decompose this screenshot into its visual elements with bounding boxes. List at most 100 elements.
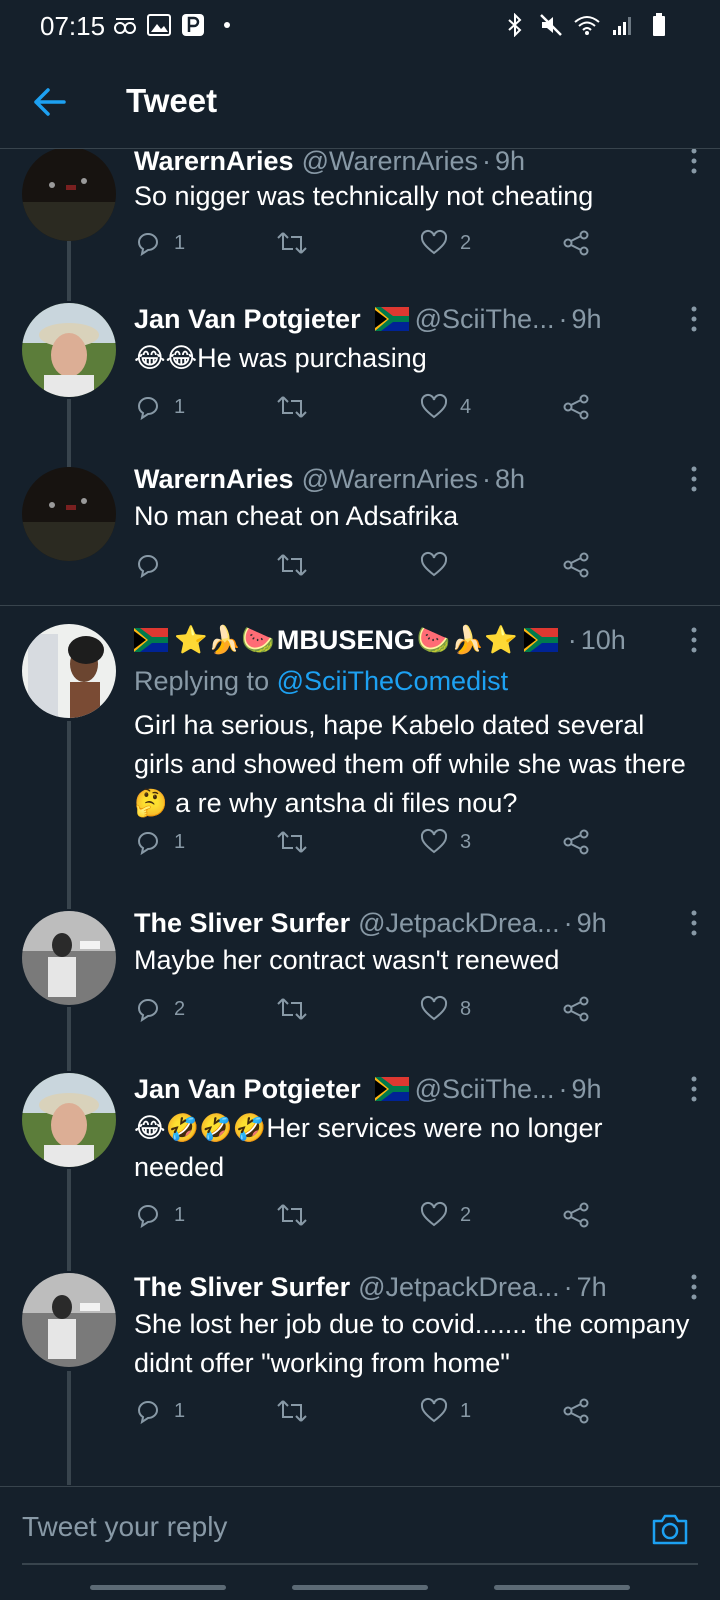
- display-name[interactable]: The Sliver Surfer: [134, 1272, 350, 1303]
- camera-icon: [652, 1514, 688, 1545]
- tweet-actions: 1 3: [134, 828, 614, 868]
- display-name[interactable]: WarernAries: [134, 464, 294, 495]
- more-options-button[interactable]: [682, 1073, 706, 1105]
- reply-button[interactable]: 1: [134, 1397, 185, 1425]
- display-name[interactable]: The Sliver Surfer: [134, 908, 350, 939]
- more-options-button[interactable]: [682, 624, 706, 656]
- retweet-button[interactable]: [276, 995, 320, 1023]
- tweet[interactable]: ⭐🍌🍉 MBUSENG 🍉🍌⭐ · 10h Replying to @SciiT…: [0, 606, 720, 882]
- like-button[interactable]: 2: [420, 229, 471, 257]
- tweet-actions: 1 2: [134, 229, 614, 269]
- reply-icon: [137, 555, 158, 579]
- back-button[interactable]: [30, 82, 70, 122]
- share-icon: [563, 1398, 589, 1424]
- nav-back-button[interactable]: [494, 1585, 630, 1590]
- share-button[interactable]: [562, 393, 590, 421]
- tweet-actions: 1 4: [134, 393, 614, 433]
- user-handle[interactable]: @JetpackDrea...: [358, 908, 560, 939]
- tweet[interactable]: The Sliver Surfer @JetpackDrea... · 7h S…: [0, 1269, 720, 1485]
- separator-dot: ·: [482, 463, 491, 494]
- user-handle[interactable]: @SciiThe...: [415, 1074, 555, 1105]
- tweet[interactable]: WarernAries @WarernAries · 9h So nigger …: [0, 149, 720, 299]
- like-button[interactable]: 2: [420, 1201, 471, 1229]
- heart-icon: [420, 551, 448, 577]
- retweet-button[interactable]: [276, 1201, 320, 1229]
- status-right-icons: [502, 12, 672, 38]
- nav-home-button[interactable]: [292, 1585, 428, 1590]
- like-button[interactable]: [420, 551, 460, 579]
- display-name[interactable]: WarernAries: [134, 149, 294, 177]
- reply-button[interactable]: 1: [134, 1201, 185, 1229]
- more-vertical-icon: [691, 1274, 697, 1300]
- avatar[interactable]: [22, 1273, 116, 1367]
- display-name[interactable]: MBUSENG: [277, 625, 415, 656]
- share-button[interactable]: [562, 828, 590, 856]
- like-button[interactable]: 4: [420, 393, 471, 421]
- like-button[interactable]: 8: [420, 995, 471, 1023]
- retweet-button[interactable]: [276, 229, 320, 257]
- reply-button[interactable]: 1: [134, 393, 185, 421]
- nav-recents-button[interactable]: [90, 1585, 226, 1590]
- tweet[interactable]: The Sliver Surfer @JetpackDrea... · 9h M…: [0, 905, 720, 1057]
- more-options-button[interactable]: [682, 303, 706, 335]
- avatar[interactable]: [22, 624, 116, 718]
- user-handle[interactable]: @JetpackDrea...: [358, 1272, 560, 1303]
- display-name[interactable]: Jan Van Potgieter: [134, 304, 361, 335]
- more-options-button[interactable]: [682, 907, 706, 939]
- share-button[interactable]: [562, 551, 590, 579]
- share-button[interactable]: [562, 229, 590, 257]
- tweet-feed[interactable]: WarernAries @WarernAries · 9h So nigger …: [0, 149, 720, 1485]
- avatar[interactable]: [22, 911, 116, 1005]
- like-button[interactable]: 3: [420, 828, 471, 856]
- more-vertical-icon: [691, 149, 697, 174]
- user-handle[interactable]: @WarernAries: [302, 464, 478, 495]
- camera-button[interactable]: [650, 1509, 690, 1549]
- mute-icon: [538, 12, 564, 38]
- reply-button[interactable]: 1: [134, 229, 185, 257]
- heart-icon: [420, 995, 448, 1021]
- more-options-button[interactable]: [682, 149, 706, 177]
- retweet-button[interactable]: [276, 393, 320, 421]
- share-icon: [563, 996, 589, 1022]
- parking-icon: [180, 12, 206, 38]
- tweet-time: 9h: [576, 907, 607, 938]
- share-icon: [563, 230, 589, 256]
- emoji: 🤔: [134, 788, 168, 819]
- retweet-button[interactable]: [276, 828, 320, 856]
- signal-sync-icon: [112, 12, 138, 38]
- reply-input[interactable]: Tweet your reply: [22, 1511, 227, 1543]
- share-button[interactable]: [562, 995, 590, 1023]
- heart-icon: [420, 1201, 448, 1227]
- avatar[interactable]: [22, 467, 116, 561]
- reply-button[interactable]: 1: [134, 828, 185, 856]
- tweet-text: So nigger was technically not cheating: [134, 181, 594, 211]
- replying-to-handle[interactable]: @SciiTheComedist: [277, 666, 508, 696]
- tweet[interactable]: Jan Van Potgieter @SciiThe... · 9h 😂😂He …: [0, 299, 720, 461]
- retweet-button[interactable]: [276, 1397, 320, 1425]
- user-handle[interactable]: @SciiThe...: [415, 304, 555, 335]
- share-button[interactable]: [562, 1397, 590, 1425]
- tweet-text: No man cheat on Adsafrika: [134, 501, 459, 531]
- more-options-button[interactable]: [682, 463, 706, 495]
- avatar[interactable]: [22, 303, 116, 397]
- avatar[interactable]: [22, 1073, 116, 1167]
- reply-button[interactable]: [134, 551, 174, 579]
- tweet[interactable]: WarernAries @WarernAries · 8h No man che…: [0, 461, 720, 605]
- tweet[interactable]: Jan Van Potgieter @SciiThe... · 9h 😂🤣🤣🤣H…: [0, 1069, 720, 1261]
- reply-icon: [137, 1205, 158, 1229]
- tweet-header: ⭐🍌🍉 MBUSENG 🍉🍌⭐ · 10h: [134, 622, 700, 658]
- reply-button[interactable]: 2: [134, 995, 185, 1023]
- arrow-left-icon: [34, 88, 66, 116]
- retweet-button[interactable]: [276, 551, 320, 579]
- tweet-text: Maybe her contract wasn't renewed: [134, 945, 560, 975]
- display-name[interactable]: Jan Van Potgieter: [134, 1074, 361, 1105]
- user-handle[interactable]: @WarernAries: [302, 149, 478, 177]
- avatar[interactable]: [22, 149, 116, 241]
- tweet-text-body: a re why antsha di files nou?: [175, 788, 518, 818]
- more-options-button[interactable]: [682, 1271, 706, 1303]
- reply-icon: [137, 832, 158, 856]
- more-vertical-icon: [691, 466, 697, 492]
- share-button[interactable]: [562, 1201, 590, 1229]
- like-button[interactable]: 1: [420, 1397, 471, 1425]
- like-count: 4: [460, 395, 472, 418]
